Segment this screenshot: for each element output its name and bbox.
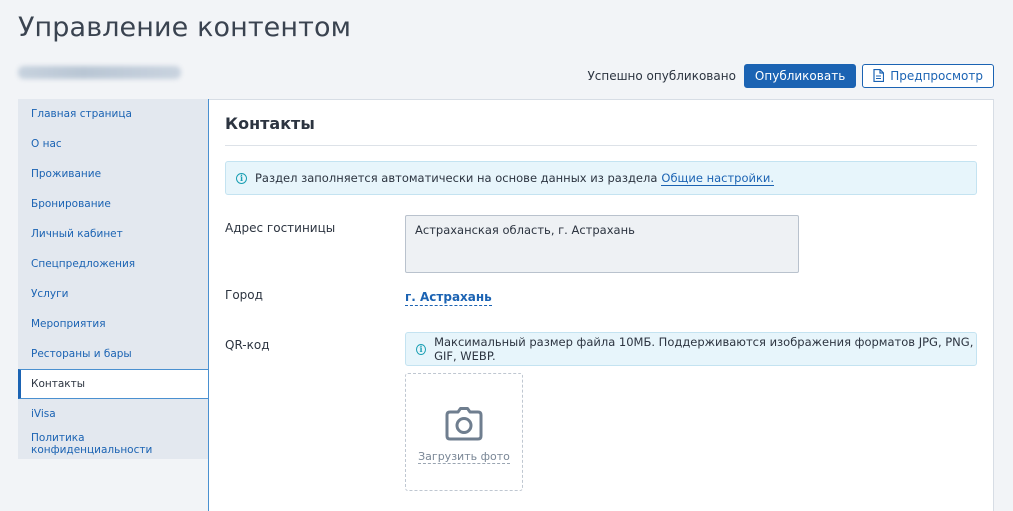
sidebar-item-account[interactable]: Личный кабинет — [18, 219, 209, 249]
sidebar-item-offers[interactable]: Спецпредложения — [18, 249, 209, 279]
upload-photo-label[interactable]: Загрузить фото — [418, 450, 510, 464]
qr-size-notice-text: Максимальный размер файла 10МБ. Поддержи… — [434, 335, 974, 363]
sidebar: Главная страница О нас Проживание Бронир… — [18, 99, 209, 459]
site-url-blurred — [18, 66, 181, 79]
content-panel: Контакты i Раздел заполняется автоматиче… — [209, 99, 994, 511]
sidebar-item-contacts[interactable]: Контакты — [18, 369, 209, 399]
document-icon — [873, 69, 885, 82]
sidebar-item-accommodation[interactable]: Проживание — [18, 159, 209, 189]
publish-button[interactable]: Опубликовать — [743, 63, 857, 88]
auto-fill-notice: i Раздел заполняется автоматически на ос… — [225, 161, 977, 195]
publish-status: Успешно опубликовано — [587, 68, 736, 83]
upload-photo-dropzone[interactable]: Загрузить фото — [405, 373, 523, 491]
sidebar-item-booking[interactable]: Бронирование — [18, 189, 209, 219]
preview-button[interactable]: Предпросмотр — [862, 63, 994, 88]
sidebar-item-ivisa[interactable]: iVisa — [18, 399, 209, 429]
general-settings-link[interactable]: Общие настройки. — [661, 171, 775, 186]
address-label: Адрес гостиницы — [225, 221, 336, 235]
section-title: Контакты — [225, 114, 315, 133]
sidebar-item-privacy[interactable]: Политика конфиденциальности — [18, 429, 209, 459]
sidebar-item-home[interactable]: Главная страница — [18, 99, 209, 129]
qr-label: QR-код — [225, 338, 270, 352]
camera-icon — [445, 406, 483, 440]
page-title: Управление контентом — [18, 12, 352, 43]
sidebar-item-services[interactable]: Услуги — [18, 279, 209, 309]
city-label: Город — [225, 288, 263, 302]
qr-size-notice: i Максимальный размер файла 10МБ. Поддер… — [405, 332, 977, 366]
preview-button-label: Предпросмотр — [890, 68, 983, 83]
title-divider — [225, 145, 977, 146]
auto-fill-notice-text: Раздел заполняется автоматически на осно… — [255, 171, 658, 185]
sidebar-item-events[interactable]: Мероприятия — [18, 309, 209, 339]
address-field[interactable]: Астраханская область, г. Астрахань — [405, 215, 799, 273]
info-circle-icon: i — [236, 172, 247, 184]
sidebar-item-about[interactable]: О нас — [18, 129, 209, 159]
city-link[interactable]: г. Астрахань — [405, 290, 492, 306]
sidebar-item-restaurants[interactable]: Рестораны и бары — [18, 339, 209, 369]
publish-toolbar: Успешно опубликовано Опубликовать Предпр… — [587, 63, 994, 88]
info-circle-icon: i — [416, 343, 427, 355]
